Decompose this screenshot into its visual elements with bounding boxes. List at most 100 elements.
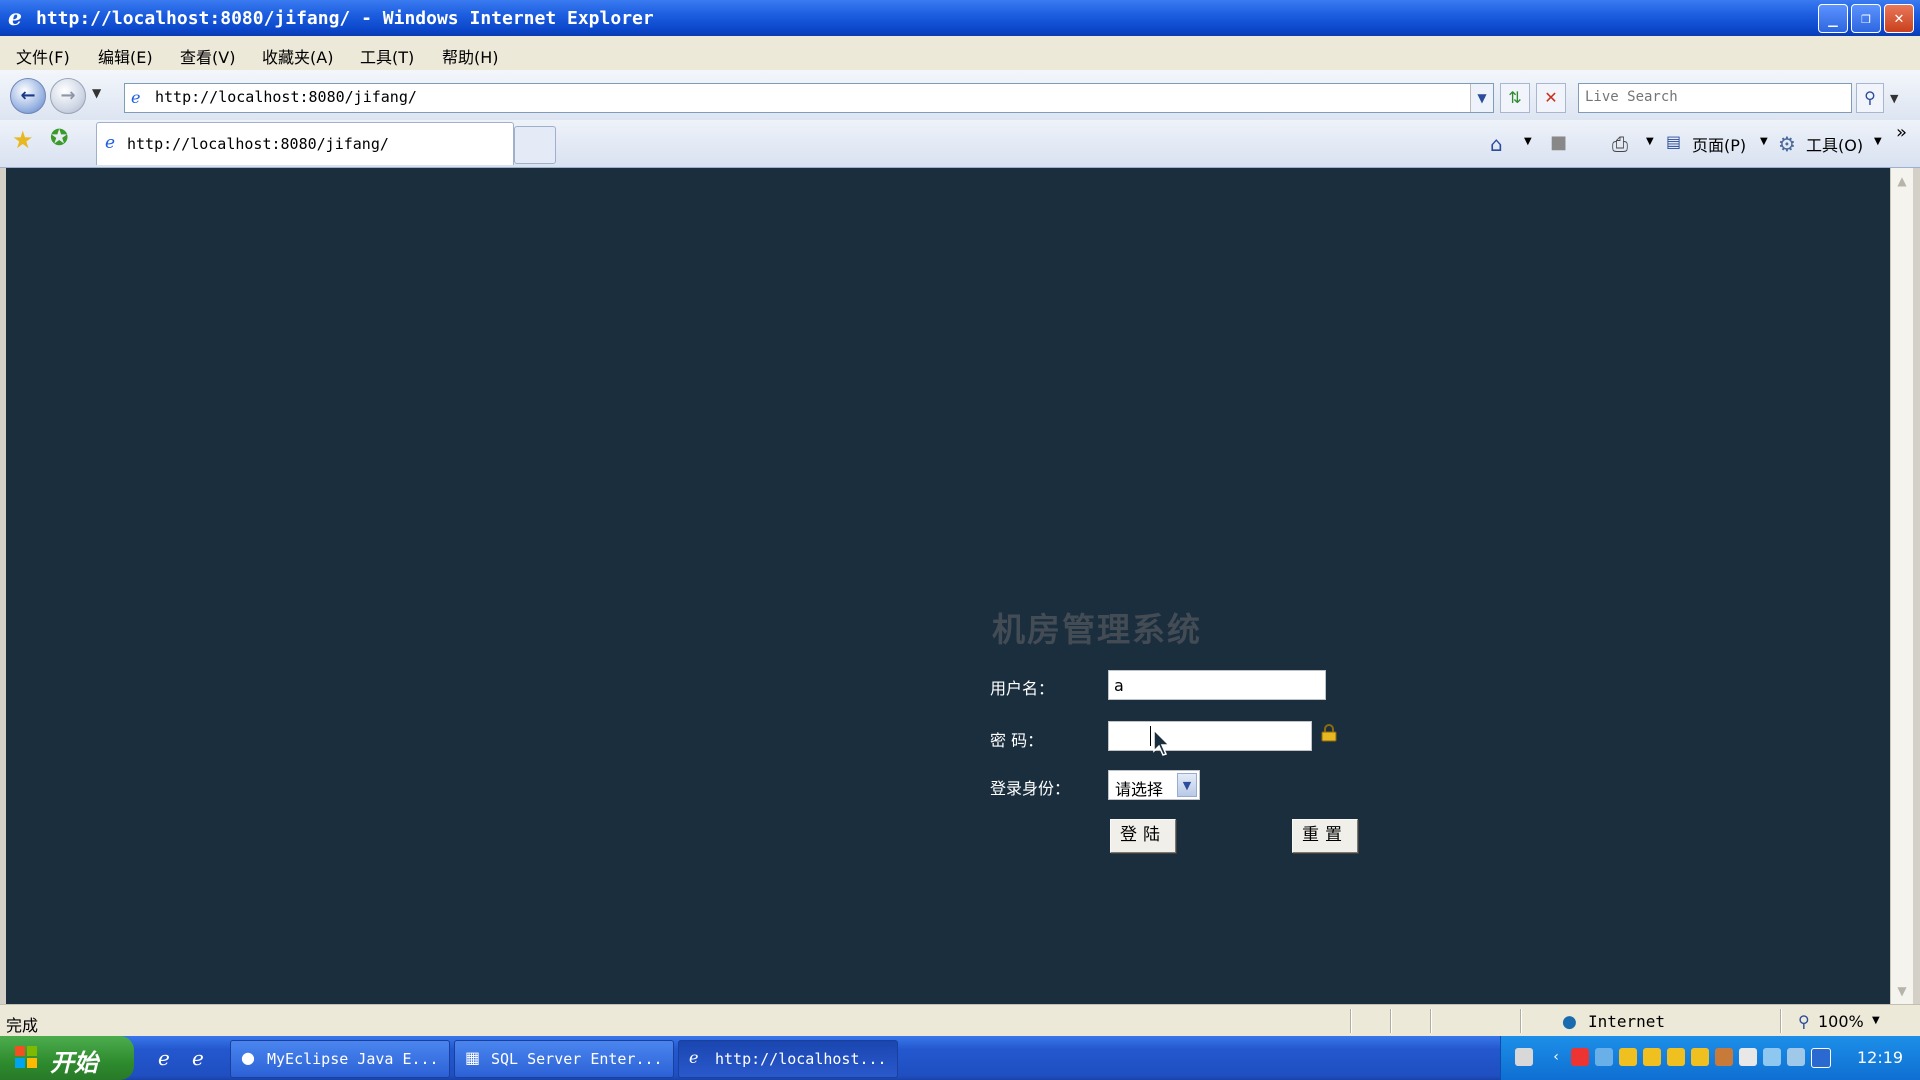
keyboard-icon[interactable]: [1515, 1048, 1533, 1066]
restore-button[interactable]: ❐: [1851, 4, 1881, 33]
status-text: 完成: [6, 1016, 39, 1035]
status-divider: [1430, 1009, 1432, 1033]
menu-favorites[interactable]: 收藏夹(A): [262, 44, 333, 68]
recent-pages-dropdown-icon[interactable]: ▼: [92, 86, 101, 100]
task-sql-server[interactable]: ▦ SQL Server Enter...: [454, 1040, 674, 1078]
zoom-icon[interactable]: ⚲: [1798, 1012, 1810, 1031]
minimize-button[interactable]: _: [1818, 4, 1848, 33]
status-divider: [1350, 1009, 1352, 1033]
role-selected-value: 请选择: [1115, 780, 1164, 799]
page-icon: e: [131, 88, 141, 107]
scroll-up-icon[interactable]: ▲: [1891, 170, 1913, 192]
page-menu-button[interactable]: 页面(P): [1692, 132, 1746, 156]
start-button[interactable]: 开始: [0, 1036, 134, 1080]
task-label: SQL Server Enter...: [491, 1050, 663, 1068]
tab-page-icon: e: [105, 133, 116, 153]
search-options-dropdown-icon[interactable]: ▼: [1890, 92, 1898, 105]
home-dropdown-icon[interactable]: ▼: [1524, 136, 1532, 147]
add-favorite-icon[interactable]: ✪: [50, 126, 68, 151]
task-ie-window[interactable]: e http://localhost...: [678, 1040, 898, 1078]
menu-view[interactable]: 查看(V): [180, 44, 235, 68]
gear-icon[interactable]: ⚙: [1778, 132, 1796, 156]
tools-menu-button[interactable]: 工具(O): [1806, 132, 1863, 156]
mouse-pointer-icon: [1153, 729, 1171, 756]
print-icon[interactable]: ⎙: [1612, 132, 1628, 156]
chevron-more-icon[interactable]: »: [1896, 122, 1907, 143]
text-cursor: [1150, 726, 1151, 746]
tab-command-bar: ★ ✪ e http://localhost:8080/jifang/ ⌂ ▼ …: [0, 120, 1920, 168]
forward-button[interactable]: →: [50, 78, 86, 114]
network-icon[interactable]: [1787, 1048, 1805, 1066]
stop-button[interactable]: ✕: [1536, 83, 1566, 113]
address-toolbar: ← → ▼ e http://localhost:8080/jifang/ ▼ …: [0, 70, 1920, 120]
login-form: 机房管理系统 用户名： 密 码： 登录身份： 请选择 ▼ 登陆 重置: [986, 603, 1406, 863]
home-icon[interactable]: ⌂: [1490, 132, 1503, 156]
qq-icon[interactable]: [1691, 1048, 1709, 1066]
tab-title: http://localhost:8080/jifang/: [127, 135, 389, 153]
task-label: http://localhost...: [715, 1050, 887, 1068]
page-menu-dropdown-icon[interactable]: ▼: [1760, 136, 1768, 147]
favorites-center-icon[interactable]: ★: [12, 126, 34, 154]
page-title: 机房管理系统: [992, 610, 1202, 649]
search-icon[interactable]: ⚲: [1856, 83, 1884, 113]
menu-edit[interactable]: 编辑(E): [98, 44, 153, 68]
tray-app-icon[interactable]: [1571, 1048, 1589, 1066]
security-shield-icon[interactable]: [1811, 1048, 1831, 1068]
lock-icon: [1321, 724, 1337, 742]
role-select[interactable]: 请选择 ▼: [1108, 770, 1200, 800]
close-button[interactable]: ✕: [1884, 4, 1914, 33]
reset-button[interactable]: 重置: [1292, 819, 1358, 853]
ie-logo-icon: e: [8, 5, 22, 31]
feeds-icon[interactable]: ■: [1550, 132, 1567, 153]
tools-menu-dropdown-icon[interactable]: ▼: [1874, 136, 1882, 147]
start-label: 开始: [50, 1049, 98, 1077]
new-tab-button[interactable]: [514, 126, 556, 164]
tab-current[interactable]: e http://localhost:8080/jifang/: [96, 122, 514, 165]
tray-app-icon[interactable]: [1595, 1048, 1613, 1066]
tray-expand-icon[interactable]: ‹: [1547, 1048, 1565, 1066]
system-tray: ‹ 12:19: [1500, 1036, 1920, 1080]
login-button[interactable]: 登陆: [1110, 819, 1176, 853]
zoom-level[interactable]: 100%: [1818, 1012, 1864, 1031]
search-box[interactable]: [1578, 83, 1852, 113]
sql-server-icon: ▦: [465, 1048, 481, 1067]
tray-app-icon[interactable]: [1739, 1048, 1757, 1066]
password-input[interactable]: [1108, 721, 1312, 751]
page-menu-icon[interactable]: ▤: [1666, 132, 1681, 151]
refresh-button[interactable]: ⇅: [1500, 83, 1530, 113]
menu-bar: 文件(F) 编辑(E) 查看(V) 收藏夹(A) 工具(T) 帮助(H): [0, 36, 1920, 71]
vertical-scrollbar[interactable]: ▲ ▼: [1890, 168, 1913, 1004]
status-bar: 完成 ● Internet ⚲ 100% ▼: [0, 1004, 1920, 1037]
scroll-down-icon[interactable]: ▼: [1891, 980, 1913, 1002]
task-label: MyEclipse Java E...: [267, 1050, 439, 1068]
address-url[interactable]: http://localhost:8080/jifang/: [155, 88, 417, 106]
tray-app-icon[interactable]: [1763, 1048, 1781, 1066]
password-label: 密 码：: [990, 731, 1044, 750]
task-myeclipse[interactable]: ● MyEclipse Java E...: [230, 1040, 450, 1078]
menu-help[interactable]: 帮助(H): [442, 44, 499, 68]
address-dropdown-icon[interactable]: ▼: [1470, 84, 1493, 112]
quicklaunch-browser-icon[interactable]: e: [192, 1046, 204, 1070]
username-input[interactable]: [1108, 670, 1326, 700]
quicklaunch-ie-icon[interactable]: e: [158, 1046, 170, 1070]
zone-label: Internet: [1588, 1012, 1666, 1031]
tray-app-icon[interactable]: [1715, 1048, 1733, 1066]
back-button[interactable]: ←: [10, 78, 46, 114]
qq-icon[interactable]: [1643, 1048, 1661, 1066]
status-divider: [1780, 1009, 1782, 1033]
title-bar: e http://localhost:8080/jifang/ - Window…: [0, 0, 1920, 36]
status-divider: [1520, 1009, 1522, 1033]
username-label: 用户名：: [990, 679, 1055, 698]
print-dropdown-icon[interactable]: ▼: [1646, 136, 1654, 147]
qq-icon[interactable]: [1619, 1048, 1637, 1066]
window-title: http://localhost:8080/jifang/ - Windows …: [36, 8, 654, 29]
qq-icon[interactable]: [1667, 1048, 1685, 1066]
search-input[interactable]: [1579, 84, 1851, 110]
ie-icon: e: [689, 1048, 699, 1067]
chevron-down-icon[interactable]: ▼: [1177, 773, 1197, 797]
menu-file[interactable]: 文件(F): [16, 44, 70, 68]
address-bar[interactable]: e http://localhost:8080/jifang/ ▼: [124, 83, 1494, 113]
menu-tools[interactable]: 工具(T): [360, 44, 414, 68]
zoom-dropdown-icon[interactable]: ▼: [1872, 1015, 1880, 1026]
myeclipse-icon: ●: [241, 1048, 255, 1067]
